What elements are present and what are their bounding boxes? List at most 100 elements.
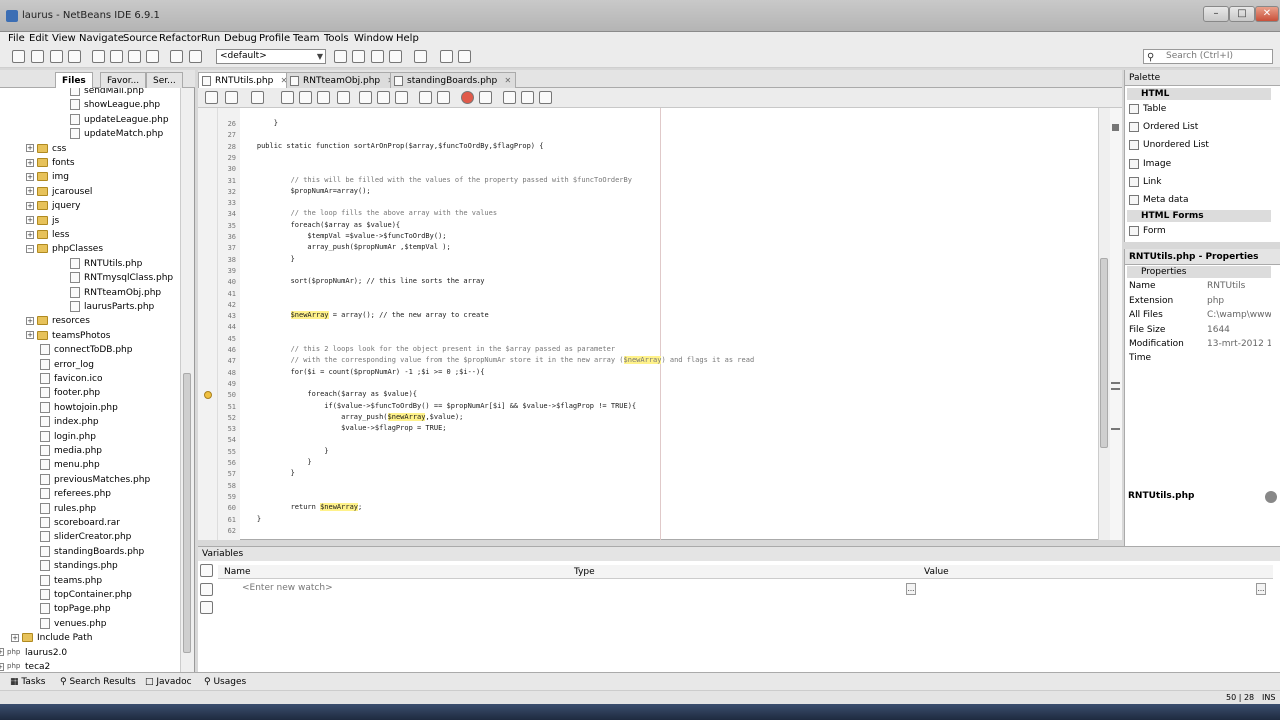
format-icon[interactable] xyxy=(146,50,159,63)
code-line[interactable]: foreach($array as $value){ xyxy=(240,389,417,399)
menu-tools[interactable]: Tools xyxy=(324,32,349,46)
palette-item-image[interactable]: Image xyxy=(1127,157,1171,171)
code-line[interactable]: $tempVal =$value->$funcToOrdBy(); xyxy=(240,231,446,241)
find-prev-icon[interactable] xyxy=(299,91,312,104)
prev-bookmark-icon[interactable] xyxy=(359,91,372,104)
tab-search-results[interactable]: ⚲ Search Results xyxy=(60,676,136,688)
code-line[interactable]: return $newArray; xyxy=(240,502,362,512)
close-tab-icon[interactable]: ✕ xyxy=(505,73,512,89)
expand-toggle-icon[interactable]: + xyxy=(26,216,34,225)
next-bookmark-icon[interactable] xyxy=(377,91,390,104)
menu-view[interactable]: View xyxy=(52,32,76,46)
tree-item[interactable]: standingBoards.php xyxy=(40,545,144,559)
clean-build-icon[interactable] xyxy=(352,50,365,63)
error-stripe[interactable] xyxy=(1110,108,1122,540)
code-line[interactable]: array_push($newArray,$value); xyxy=(240,412,463,422)
help-icon[interactable] xyxy=(1265,491,1277,503)
menu-refactor[interactable]: Refactor xyxy=(159,32,201,46)
code-line[interactable]: // this will be filled with the values o… xyxy=(240,175,632,185)
code-line[interactable]: // with the corresponding value from the… xyxy=(240,355,754,365)
menu-navigate[interactable]: Navigate xyxy=(79,32,124,46)
tree-item[interactable]: + img xyxy=(26,170,69,184)
forward-icon[interactable] xyxy=(251,91,264,104)
tree-item[interactable]: previousMatches.php xyxy=(40,473,150,487)
code-line[interactable]: } xyxy=(240,457,311,467)
tab-standingboards[interactable]: standingBoards.php ✕ xyxy=(390,72,517,89)
property-row[interactable]: All Files C:\wamp\www... xyxy=(1127,308,1279,322)
palette-category-html[interactable]: HTML xyxy=(1127,88,1271,100)
expand-toggle-icon[interactable]: + xyxy=(26,331,34,340)
code-line[interactable]: array_push($propNumAr ,$tempVal ); xyxy=(240,242,450,252)
code-line[interactable]: $newArray = array(); // the new array to… xyxy=(240,310,489,320)
property-value[interactable]: 1644 xyxy=(1207,323,1271,337)
code-line[interactable]: sort($propNumAr); // this line sorts the… xyxy=(240,276,485,286)
copy-icon[interactable] xyxy=(110,50,123,63)
tree-scrollbar[interactable] xyxy=(180,88,194,672)
new-watch-icon[interactable] xyxy=(200,564,213,577)
tree-item[interactable]: + teamsPhotos xyxy=(26,329,110,343)
tree-item[interactable]: RNTmysqlClass.php xyxy=(70,271,173,285)
new-watch-placeholder[interactable]: <Enter new watch> xyxy=(242,583,333,593)
code-line[interactable]: } xyxy=(240,514,261,524)
run-icon[interactable] xyxy=(371,50,384,63)
undo-icon[interactable] xyxy=(170,50,183,63)
tree-item[interactable]: RNTUtils.php xyxy=(70,257,142,271)
palette-item-table[interactable]: Table xyxy=(1127,102,1166,116)
tree-item[interactable]: sliderCreator.php xyxy=(40,530,131,544)
code-line[interactable]: if($value->$funcToOrdBy() == $propNumAr[… xyxy=(240,401,636,411)
redo-icon[interactable] xyxy=(189,50,202,63)
occurrence-mark[interactable] xyxy=(1111,388,1120,390)
tree-item[interactable]: RNTteamObj.php xyxy=(70,286,161,300)
expand-toggle-icon[interactable]: + xyxy=(26,158,34,167)
code-area[interactable]: } public static function sortArOnProp($a… xyxy=(240,108,1100,540)
value-ellipsis-button[interactable]: ... xyxy=(1256,583,1266,595)
tree-item[interactable]: +php laurus2.0 xyxy=(0,646,67,660)
configuration-select[interactable]: <default> ▼ xyxy=(216,49,326,64)
expand-toggle-icon[interactable]: + xyxy=(26,201,34,210)
property-value[interactable]: 13-mrt-2012 14:0... xyxy=(1207,337,1271,351)
code-line[interactable]: } xyxy=(240,446,328,456)
menu-debug[interactable]: Debug xyxy=(224,32,257,46)
column-name[interactable]: Name xyxy=(224,565,251,579)
editor-scroll-thumb[interactable] xyxy=(1100,258,1108,448)
code-line[interactable]: foreach($array as $value){ xyxy=(240,220,401,230)
debug-icon[interactable] xyxy=(389,50,402,63)
property-row[interactable]: Extension php xyxy=(1127,294,1279,308)
browser-icon[interactable] xyxy=(458,50,471,63)
code-line[interactable]: } xyxy=(240,254,295,264)
menu-team[interactable]: Team xyxy=(293,32,319,46)
palette-item-form[interactable]: Form xyxy=(1127,224,1166,238)
expand-toggle-icon[interactable]: + xyxy=(26,172,34,181)
tree-item[interactable]: +php teca2 xyxy=(0,660,50,672)
property-value[interactable]: php xyxy=(1207,294,1271,308)
code-line[interactable]: // this 2 loops look for the object pres… xyxy=(240,344,616,354)
tree-item[interactable]: + jquery xyxy=(26,199,80,213)
maximize-button[interactable]: □ xyxy=(1229,6,1255,22)
deploy-icon[interactable] xyxy=(440,50,453,63)
expand-toggle-icon[interactable]: + xyxy=(0,662,4,671)
tab-rntutils[interactable]: RNTUtils.php ✕ xyxy=(198,72,293,88)
menu-source[interactable]: Source xyxy=(123,32,157,46)
code-line[interactable]: $propNumAr=array(); xyxy=(240,186,371,196)
occurrence-mark[interactable] xyxy=(1111,382,1120,384)
back-icon[interactable] xyxy=(225,91,238,104)
tab-rntteamobj[interactable]: RNTteamObj.php ✕ xyxy=(286,72,400,88)
tree-item[interactable]: teams.php xyxy=(40,574,102,588)
toggle-highlight-icon[interactable] xyxy=(337,91,350,104)
profile-icon[interactable] xyxy=(414,50,427,63)
minimize-button[interactable]: – xyxy=(1203,6,1229,22)
shift-right-icon[interactable] xyxy=(437,91,450,104)
source-view-icon[interactable] xyxy=(205,91,218,104)
menu-help[interactable]: Help xyxy=(396,32,419,46)
tree-item[interactable]: rules.php xyxy=(40,502,96,516)
paste-icon[interactable] xyxy=(128,50,141,63)
tree-item[interactable]: updateLeague.php xyxy=(70,113,169,127)
comment-icon[interactable] xyxy=(503,91,516,104)
properties-section[interactable]: Properties xyxy=(1127,266,1271,278)
tree-item[interactable]: howtojoin.php xyxy=(40,401,118,415)
open-project-icon[interactable] xyxy=(50,50,63,63)
property-row[interactable]: Name RNTUtils xyxy=(1127,279,1279,293)
code-line[interactable]: // the loop fills the above array with t… xyxy=(240,208,498,218)
tree-item[interactable]: index.php xyxy=(40,415,99,429)
occurrence-mark[interactable] xyxy=(1111,428,1120,430)
